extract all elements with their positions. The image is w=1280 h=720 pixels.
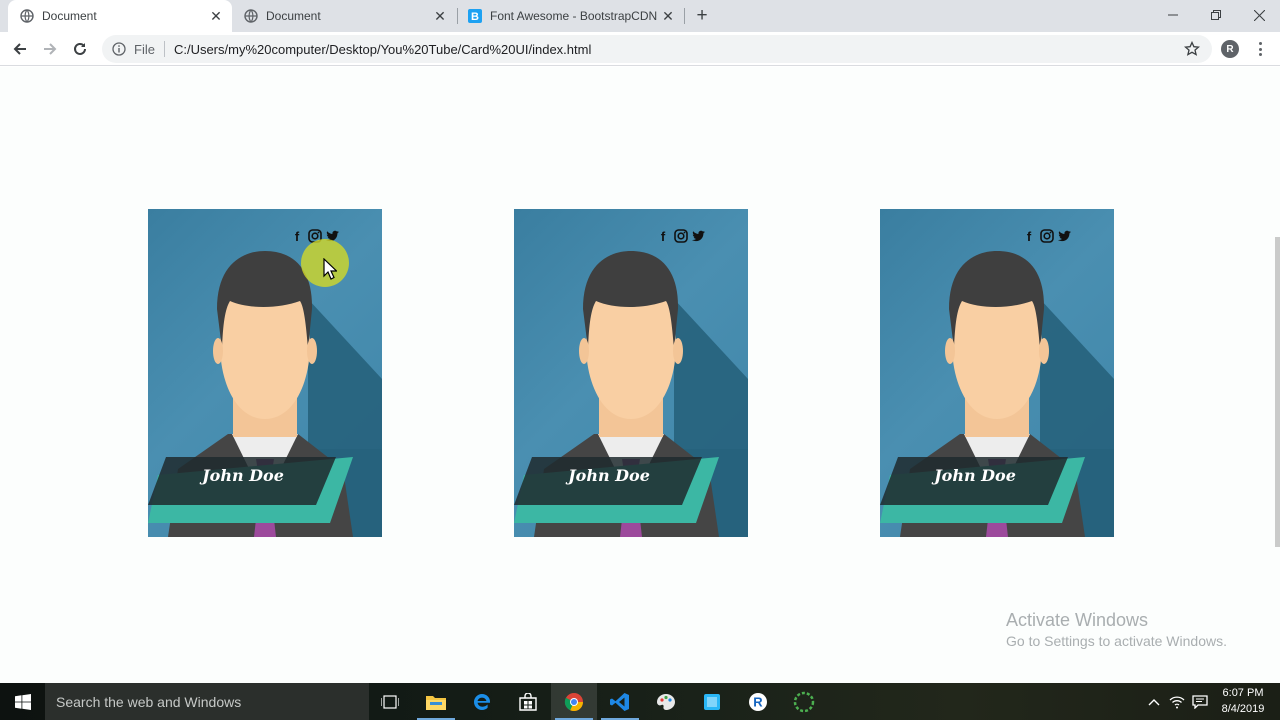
folder-icon <box>426 695 446 710</box>
close-tab-icon[interactable]: ✕ <box>660 8 676 24</box>
minimize-button[interactable] <box>1153 0 1193 30</box>
close-tab-icon[interactable]: ✕ <box>208 8 224 24</box>
tab-document-1[interactable]: Document ✕ <box>8 0 232 32</box>
activate-windows-watermark: Activate Windows Go to Settings to activ… <box>1006 610 1227 649</box>
menu-icon[interactable] <box>1254 40 1266 58</box>
palette-icon <box>657 693 675 710</box>
globe-icon <box>244 9 258 23</box>
file-explorer-button[interactable] <box>413 683 459 720</box>
reload-icon <box>74 42 86 55</box>
r-logo-icon: R <box>749 692 767 711</box>
clock-time: 6:07 PM <box>1222 687 1264 699</box>
new-tab-button[interactable]: + <box>692 5 712 26</box>
social-links: f <box>656 229 706 244</box>
info-icon[interactable] <box>112 42 126 56</box>
task-view-icon <box>381 694 399 709</box>
twitter-icon[interactable] <box>692 229 706 243</box>
twitter-icon[interactable] <box>1058 229 1072 243</box>
close-tab-icon[interactable]: ✕ <box>432 8 448 24</box>
facebook-icon[interactable]: f <box>290 229 304 244</box>
tab-strip: Document ✕ Document ✕ B Font Awesome - B… <box>0 0 1280 32</box>
instagram-icon[interactable] <box>674 229 688 243</box>
start-button[interactable] <box>0 683 45 720</box>
svg-text:R: R <box>753 694 763 709</box>
show-hidden-icons-button[interactable] <box>1144 683 1164 720</box>
tab-title: Document <box>266 9 321 23</box>
wifi-icon <box>1169 695 1185 708</box>
scheme-label: File <box>134 41 155 57</box>
paint-app-button[interactable] <box>643 683 689 720</box>
task-view-button[interactable] <box>367 683 413 720</box>
browser-toolbar: File C:/Users/my%20computer/Desktop/You%… <box>0 32 1280 66</box>
watermark-subtitle: Go to Settings to activate Windows. <box>1006 633 1227 649</box>
windows-taskbar: Search the web and Windows R 6:07 PM 8/4… <box>0 683 1280 720</box>
network-button[interactable] <box>1166 683 1188 720</box>
forward-arrow-icon <box>44 43 57 55</box>
store-button[interactable] <box>505 683 551 720</box>
tab-font-awesome[interactable]: B Font Awesome - BootstrapCDN b ✕ <box>456 0 684 32</box>
mouse-pointer-icon <box>323 258 337 280</box>
minimize-icon <box>1168 14 1178 16</box>
social-links: f <box>1022 229 1072 244</box>
close-icon <box>1253 9 1265 21</box>
back-arrow-icon <box>13 43 26 55</box>
chevron-up-icon <box>1148 698 1160 705</box>
loading-app-button[interactable] <box>781 683 827 720</box>
edge-icon <box>474 693 490 710</box>
vscode-button[interactable] <box>597 683 643 720</box>
search-placeholder: Search the web and Windows <box>56 693 242 710</box>
app-tile-icon <box>704 693 720 710</box>
back-button[interactable] <box>8 37 32 61</box>
bootstrap-icon: B <box>468 9 482 23</box>
tab-divider <box>684 8 685 24</box>
edge-button[interactable] <box>459 683 505 720</box>
reload-button[interactable] <box>68 37 92 61</box>
close-window-button[interactable] <box>1239 0 1279 30</box>
address-bar[interactable]: File C:/Users/my%20computer/Desktop/You%… <box>102 35 1212 63</box>
taskbar-search[interactable]: Search the web and Windows <box>45 683 369 720</box>
clock-date: 8/4/2019 <box>1221 703 1265 715</box>
url-text[interactable]: C:/Users/my%20computer/Desktop/You%20Tub… <box>174 42 591 57</box>
profile-card: f John Doe <box>514 209 748 537</box>
chrome-icon <box>564 692 584 711</box>
store-bag-icon <box>519 692 537 711</box>
profile-avatar[interactable]: R <box>1221 40 1239 58</box>
message-icon <box>1192 694 1208 709</box>
instagram-icon[interactable] <box>1040 229 1054 243</box>
tab-document-2[interactable]: Document ✕ <box>232 0 456 32</box>
tab-title: Document <box>42 9 97 23</box>
card-name: John Doe <box>934 466 1016 485</box>
profile-card: f John Doe <box>880 209 1114 537</box>
app-button[interactable] <box>689 683 735 720</box>
address-divider <box>163 41 165 57</box>
taskbar-clock[interactable]: 6:07 PM 8/4/2019 <box>1212 685 1274 717</box>
facebook-icon[interactable]: f <box>1022 229 1036 244</box>
svg-text:B: B <box>471 11 479 23</box>
watermark-title: Activate Windows <box>1006 610 1149 630</box>
windows-logo-icon <box>14 693 31 710</box>
facebook-icon[interactable]: f <box>656 229 670 244</box>
globe-icon <box>20 9 34 23</box>
action-center-button[interactable] <box>1190 683 1210 720</box>
forward-button[interactable] <box>38 37 62 61</box>
tab-title: Font Awesome - BootstrapCDN b <box>490 9 660 23</box>
restore-icon <box>1211 10 1221 20</box>
bookmark-star-icon[interactable] <box>1184 41 1200 57</box>
r-app-button[interactable]: R <box>735 683 781 720</box>
scrollbar-edge[interactable] <box>1275 237 1280 547</box>
card-name: John Doe <box>568 466 650 485</box>
restore-button[interactable] <box>1196 0 1236 30</box>
vscode-icon <box>610 692 629 711</box>
card-name: John Doe <box>202 466 284 485</box>
chrome-button[interactable] <box>551 683 597 720</box>
page-viewport: f John Doe f John Doe f John Doe <box>0 67 1280 683</box>
spinner-icon <box>793 691 815 712</box>
